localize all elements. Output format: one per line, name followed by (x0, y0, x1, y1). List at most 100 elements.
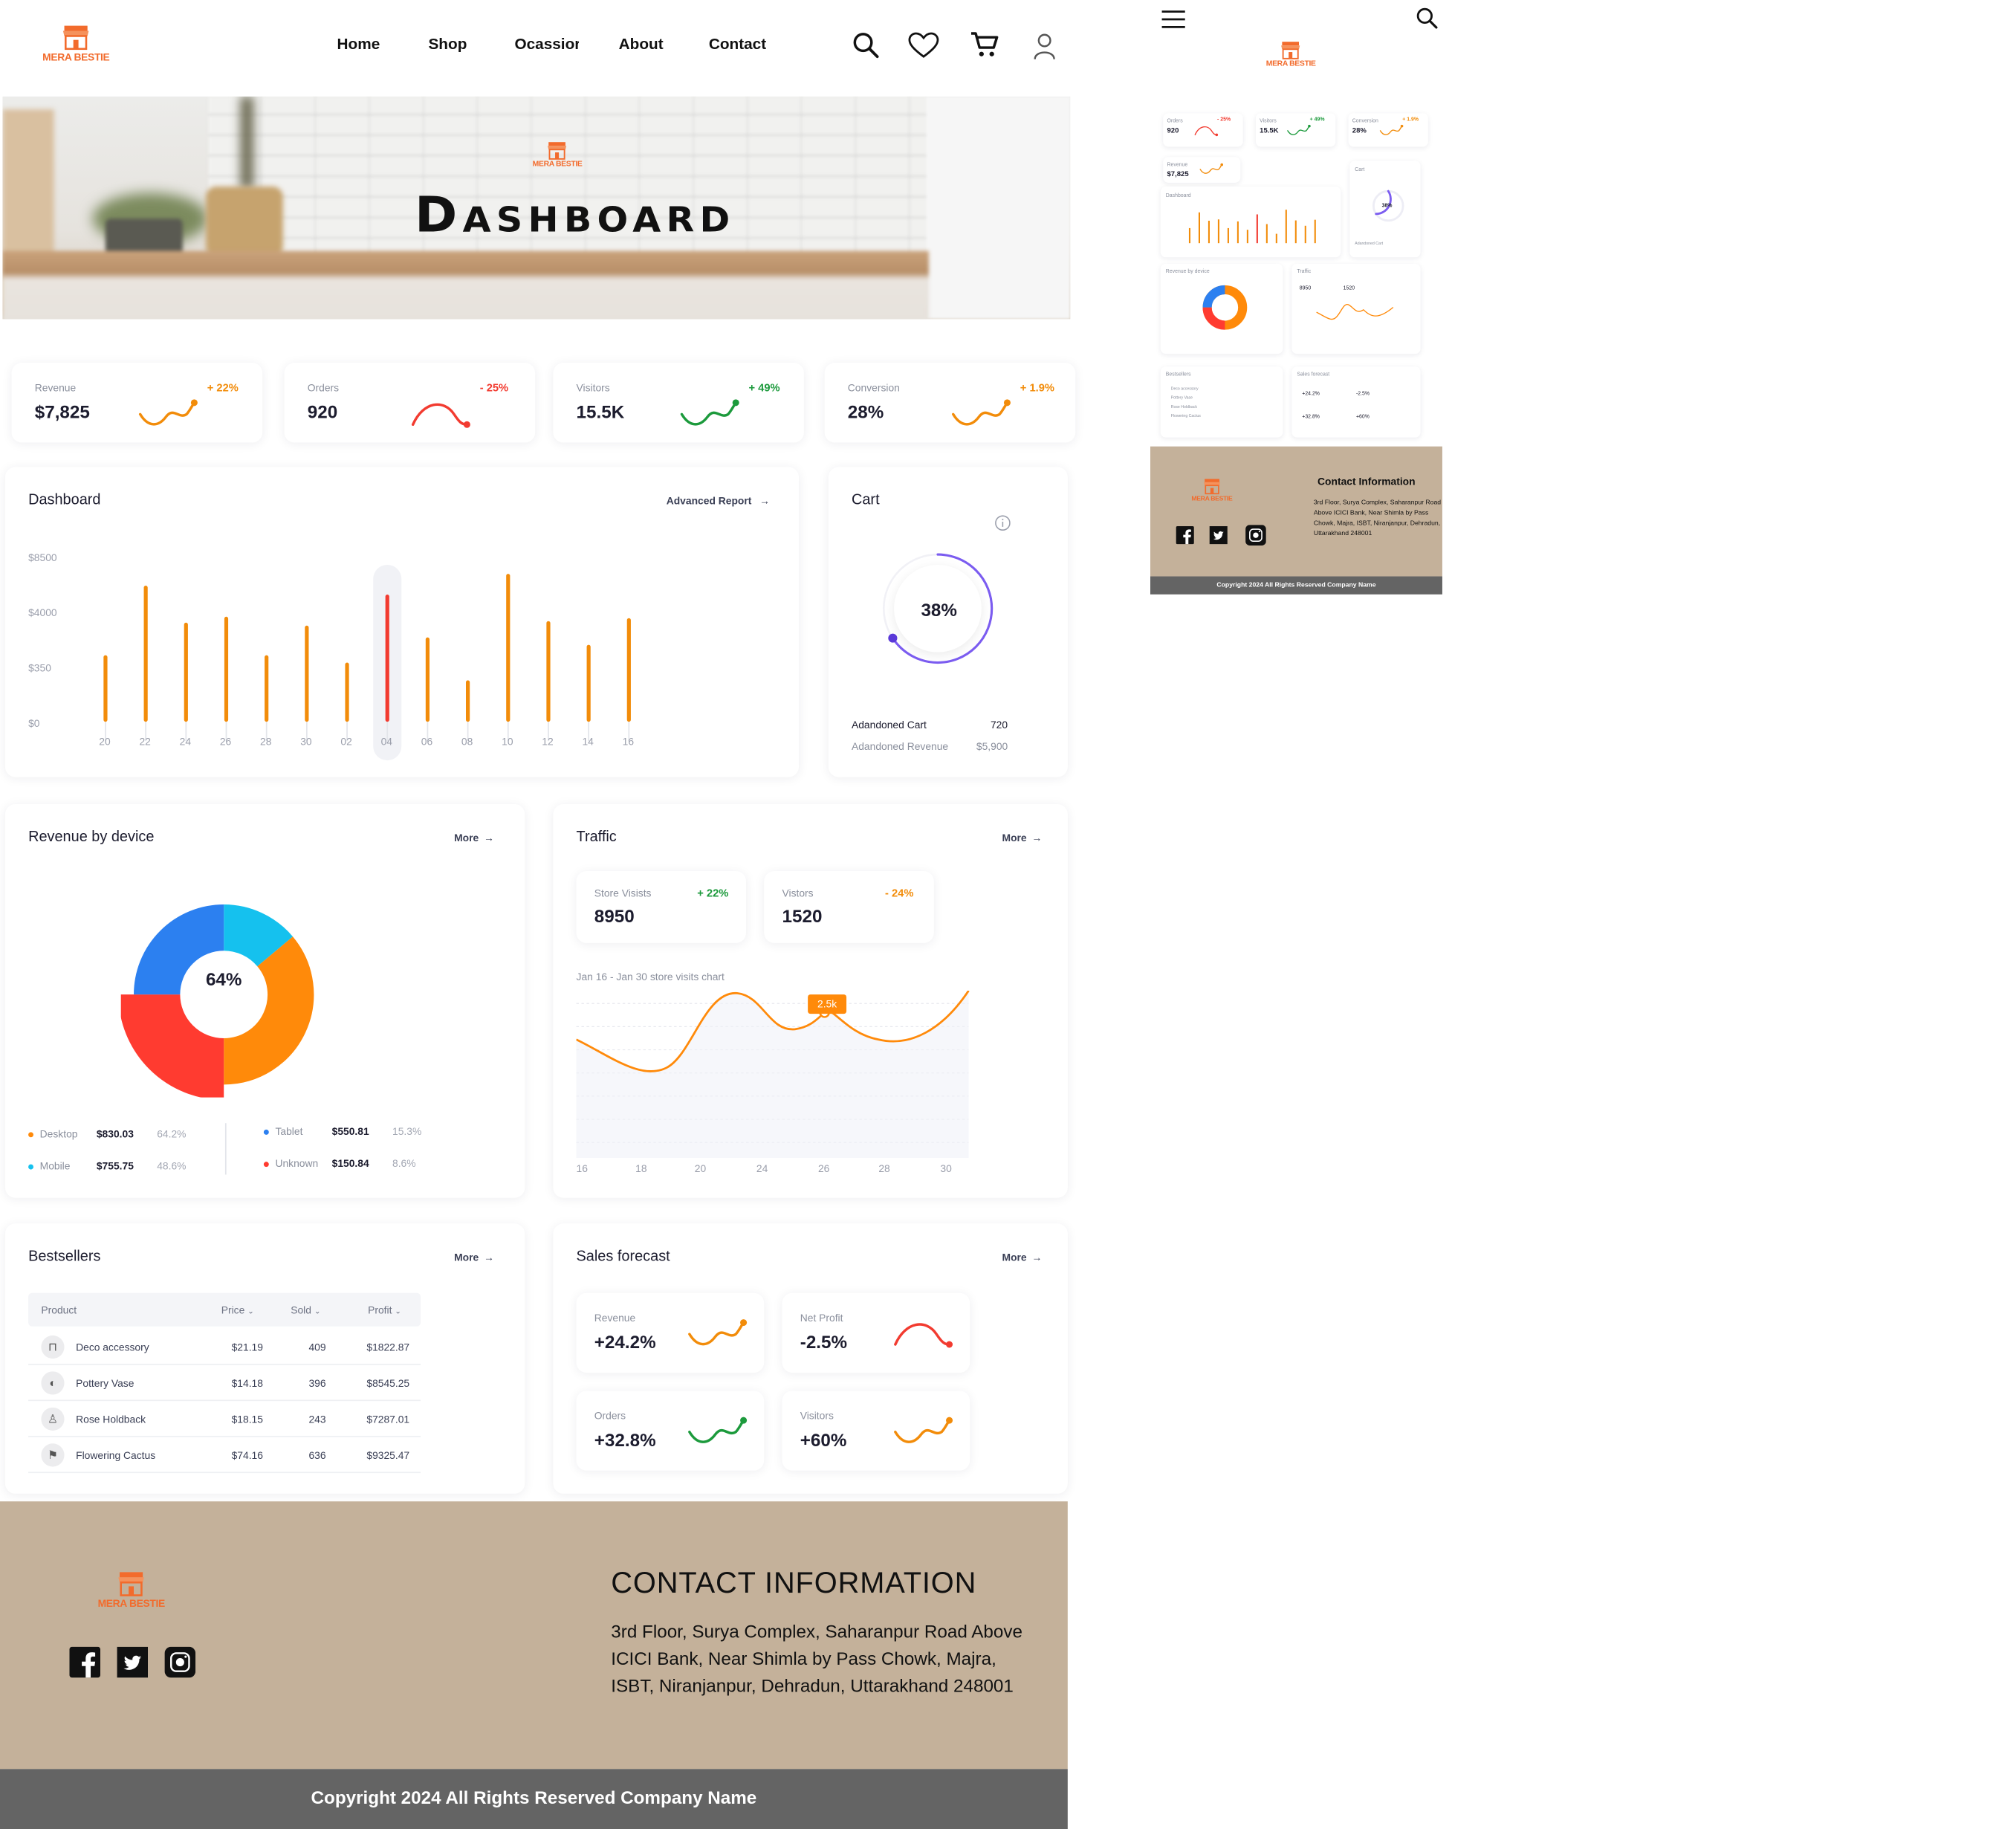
bar[interactable] (184, 622, 188, 722)
forecast-label: Revenue (594, 1312, 636, 1324)
search-icon[interactable] (852, 31, 880, 59)
nav-shop[interactable]: Shop (428, 35, 467, 53)
info-icon[interactable] (994, 514, 1011, 531)
product-name: Pottery Vase (76, 1378, 134, 1390)
forecast-label: Net Profit (800, 1312, 843, 1324)
brand-logo[interactable]: MERA BESTIE (42, 23, 110, 63)
mobile-stat-label: Revenue (1167, 161, 1188, 168)
table-row[interactable]: ⊓ Deco accessory $21.19 409 $1822.87 (28, 1329, 421, 1365)
mobile-footer-brand: MERA BESTIE (1191, 495, 1233, 503)
mobile-dashboard-bars (1188, 210, 1316, 244)
copyright-text: Copyright 2024 All Rights Reserved Compa… (311, 1787, 757, 1808)
bar[interactable] (265, 655, 269, 722)
store-icon (62, 25, 89, 51)
visitors-label: Vistors (782, 887, 814, 900)
abandoned-revenue-value: $5,900 (976, 741, 1008, 753)
traffic-x-label: 28 (878, 1162, 890, 1175)
traffic-x-label: 30 (940, 1162, 952, 1175)
nav-home[interactable]: Home (337, 35, 380, 53)
mobile-footer-logo[interactable]: MERA BESTIE (1191, 477, 1233, 503)
more-label: More (454, 1252, 479, 1263)
x-tick-label: 02 (340, 736, 352, 748)
mobile-bar (1236, 221, 1239, 244)
donut-segment[interactable] (120, 993, 225, 1098)
hamburger-menu-icon[interactable] (1161, 9, 1187, 30)
instagram-icon[interactable] (164, 1646, 196, 1678)
bar[interactable] (345, 662, 349, 722)
more-label: More (1002, 832, 1027, 844)
arrow-right-icon: → (759, 495, 771, 508)
bar[interactable] (626, 618, 631, 722)
advanced-report-link[interactable]: Advanced Report → (667, 495, 770, 507)
bar[interactable] (224, 616, 229, 722)
col-profit-label: Profit (368, 1304, 392, 1316)
facebook-icon[interactable] (69, 1646, 101, 1678)
mobile-bar (1188, 227, 1191, 244)
mobile-facebook-icon[interactable] (1176, 526, 1194, 545)
traffic-line-chart (576, 990, 970, 1158)
x-tick-label: 28 (260, 736, 272, 748)
mobile-instagram-icon[interactable] (1245, 525, 1266, 546)
sparkline-path (411, 403, 469, 426)
mobile-stat-label: Visitors (1260, 117, 1277, 124)
col-price[interactable]: Price ⌄ (221, 1304, 254, 1316)
sparkline (1199, 163, 1224, 174)
x-tick-label: 24 (179, 736, 192, 748)
bar[interactable] (586, 644, 591, 722)
bestsellers-more[interactable]: More → (454, 1252, 494, 1263)
forecast-value: +24.2% (594, 1331, 656, 1353)
revenue-device-more[interactable]: More → (454, 832, 494, 844)
nav-occasion[interactable]: Ocassior (514, 35, 579, 53)
table-row[interactable]: ⚑ Flowering Cactus $74.16 636 $9325.47 (28, 1437, 421, 1474)
sparkline-path (688, 1321, 745, 1346)
mobile-stat-orders: Orders 920 - 25% (1163, 113, 1243, 147)
chevron-down-icon: ⌄ (395, 1308, 401, 1316)
bar[interactable] (546, 621, 551, 722)
traffic-more[interactable]: More → (1002, 832, 1043, 844)
table-row[interactable]: ♙ Rose Holdback $18.15 243 $7287.01 (28, 1401, 421, 1437)
product-sold: 396 (308, 1378, 326, 1390)
bar[interactable] (305, 625, 309, 722)
sparkline (1194, 126, 1219, 137)
x-tick-label: 16 (622, 736, 635, 748)
store-visits-value: 8950 (594, 905, 635, 927)
sparkline (952, 399, 1011, 426)
nav-about[interactable]: About (619, 35, 664, 53)
sparkline (138, 399, 198, 426)
col-product[interactable]: Product (41, 1304, 77, 1316)
mobile-bar (1304, 225, 1306, 244)
bar[interactable] (103, 655, 108, 722)
mobile-logo[interactable]: MERA BESTIE (1266, 40, 1316, 68)
forecast-label: Visitors (800, 1410, 834, 1422)
donut-segment[interactable] (223, 936, 314, 1085)
stat-card-revenue: Revenue $7,825 + 22% (11, 363, 263, 443)
legend-name: Tablet (275, 1125, 303, 1138)
heart-icon[interactable] (908, 32, 939, 59)
bar[interactable] (385, 594, 389, 722)
bar[interactable] (425, 637, 430, 722)
mobile-traffic-line (1316, 303, 1394, 320)
cart-title: Cart (851, 493, 880, 508)
mobile-twitter-icon[interactable] (1209, 526, 1228, 545)
nav-contact[interactable]: Contact (709, 35, 766, 53)
footer-logo[interactable]: MERA BESTIE (98, 1570, 165, 1610)
twitter-icon[interactable] (117, 1646, 149, 1678)
gauge-handle[interactable] (888, 633, 898, 643)
col-profit[interactable]: Profit ⌄ (368, 1304, 401, 1316)
cart-icon[interactable] (970, 31, 1001, 59)
mobile-bar (1275, 233, 1277, 244)
mobile-stat-value: 920 (1167, 127, 1179, 135)
legend-amount: $550.81 (331, 1125, 369, 1138)
donut-segment[interactable] (222, 904, 294, 968)
mobile-dashboard-title: Dashboard (1165, 191, 1191, 198)
bar[interactable] (506, 574, 511, 722)
mobile-stat-change: + 1.9% (1402, 115, 1419, 123)
bar[interactable] (466, 680, 470, 722)
mobile-search-icon[interactable] (1416, 7, 1439, 30)
revenue-device-title: Revenue by device (28, 829, 155, 846)
bar[interactable] (143, 585, 148, 722)
table-row[interactable]: ◐ Pottery Vase $14.18 396 $8545.25 (28, 1365, 421, 1402)
forecast-more[interactable]: More → (1002, 1252, 1043, 1263)
user-icon[interactable] (1031, 32, 1057, 60)
col-sold[interactable]: Sold ⌄ (291, 1304, 320, 1316)
